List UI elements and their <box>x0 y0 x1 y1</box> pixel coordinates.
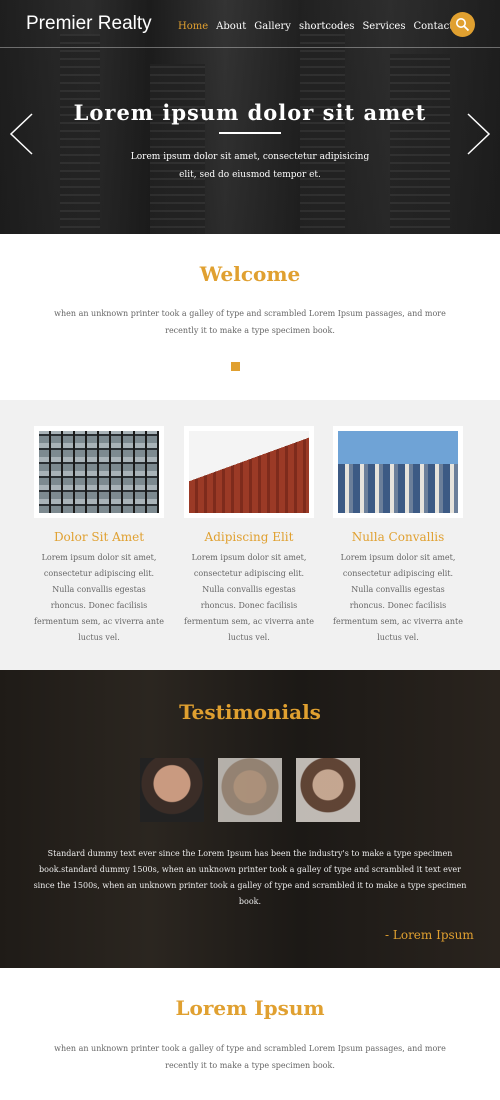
welcome-title: Welcome <box>199 262 301 286</box>
search-button[interactable] <box>450 12 475 37</box>
building-silhouette <box>60 34 100 234</box>
feature-text: Lorem ipsum dolor sit amet, consectetur … <box>184 553 314 642</box>
feature-text: Lorem ipsum dolor sit amet, consectetur … <box>333 553 463 642</box>
testimonial-text: Standard dummy text ever since the Lorem… <box>33 849 467 906</box>
testimonial-author: - Lorem Ipsum <box>385 928 474 942</box>
feature-image[interactable] <box>338 431 458 513</box>
feature-title[interactable]: Nulla Convallis <box>333 530 463 544</box>
feature-image-frame <box>184 426 314 518</box>
lorem-title: Lorem Ipsum <box>175 996 325 1020</box>
nav-home[interactable]: Home <box>178 21 208 32</box>
feature-image[interactable] <box>189 431 309 513</box>
avatar[interactable] <box>140 758 204 822</box>
nav-shortcodes[interactable]: shortcodes <box>299 21 354 32</box>
search-icon <box>456 18 470 32</box>
nav-gallery[interactable]: Gallery <box>254 21 291 32</box>
welcome-text: when an unknown printer took a galley of… <box>54 309 446 335</box>
feature-card: Nulla Convallis Lorem ipsum dolor sit am… <box>333 426 463 646</box>
lorem-section: Lorem Ipsum when an unknown printer took… <box>0 968 500 1100</box>
hero-text: Lorem ipsum dolor sit amet, consectetur … <box>130 152 370 180</box>
testimonials-title: Testimonials <box>179 700 321 724</box>
main-nav: Home About Gallery shortcodes Services C… <box>178 21 453 32</box>
feature-image-frame <box>34 426 164 518</box>
feature-title[interactable]: Dolor Sit Amet <box>34 530 164 544</box>
feature-title[interactable]: Adipiscing Elit <box>184 530 314 544</box>
testimonials-section: Testimonials Standard dummy text ever si… <box>0 670 500 968</box>
hero-banner: Premier Realty Home About Gallery shortc… <box>0 0 500 234</box>
building-silhouette <box>300 24 345 234</box>
section-dot <box>231 362 240 371</box>
feature-card: Adipiscing Elit Lorem ipsum dolor sit am… <box>184 426 314 646</box>
nav-services[interactable]: Services <box>362 21 405 32</box>
avatar[interactable] <box>218 758 282 822</box>
top-nav-bar: Premier Realty Home About Gallery shortc… <box>0 0 500 48</box>
avatar[interactable] <box>296 758 360 822</box>
hero-divider <box>219 132 281 134</box>
hero-title: Lorem ipsum dolor sit amet <box>73 100 427 125</box>
welcome-section: Welcome when an unknown printer took a g… <box>0 234 500 400</box>
building-silhouette <box>390 54 450 234</box>
feature-image[interactable] <box>39 431 159 513</box>
feature-image-frame <box>333 426 463 518</box>
feature-text: Lorem ipsum dolor sit amet, consectetur … <box>34 553 164 642</box>
nav-about[interactable]: About <box>216 21 246 32</box>
feature-card: Dolor Sit Amet Lorem ipsum dolor sit ame… <box>34 426 164 646</box>
lorem-text: when an unknown printer took a galley of… <box>54 1044 446 1070</box>
features-section: Dolor Sit Amet Lorem ipsum dolor sit ame… <box>0 400 500 670</box>
brand-logo[interactable]: Premier Realty <box>26 13 152 35</box>
nav-contact[interactable]: Contact <box>413 21 453 32</box>
